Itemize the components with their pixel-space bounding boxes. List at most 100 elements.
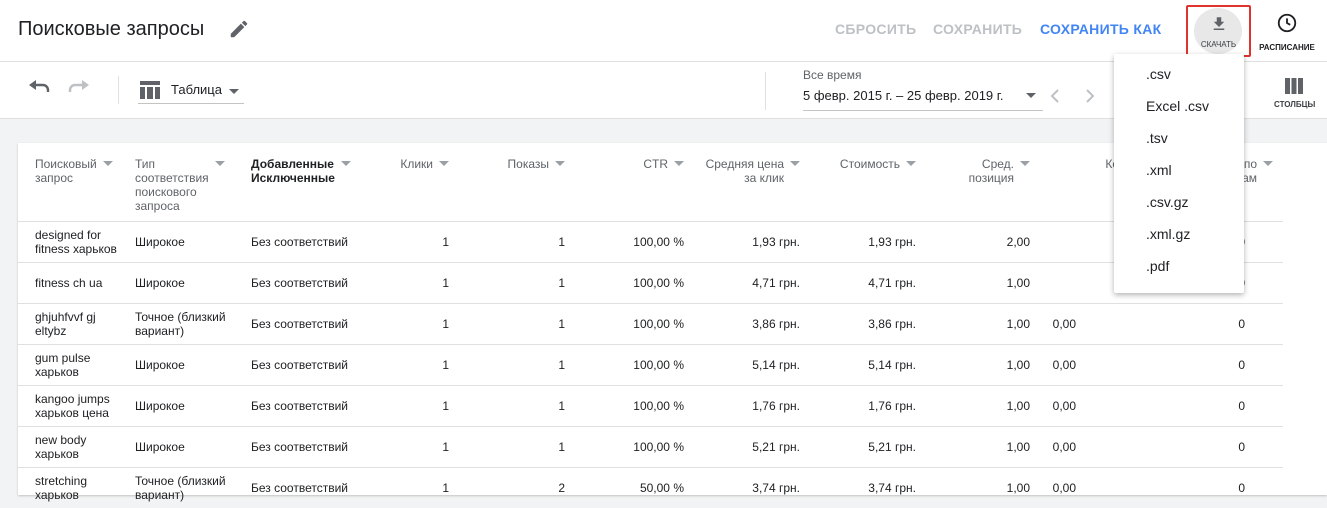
columns-icon[interactable] [1285, 78, 1303, 94]
sort-caret-icon[interactable] [555, 161, 565, 166]
sort-caret-icon[interactable] [214, 161, 225, 166]
column-header-text: соответствия [135, 171, 209, 185]
column-header-text: CTR [643, 157, 668, 171]
chevron-right-icon[interactable] [1084, 89, 1096, 103]
columns-label[interactable]: СТОЛБЦЫ [1274, 100, 1315, 109]
download-format-option[interactable]: .csv.gz [1114, 186, 1244, 218]
col-avg-cpc-cell: 1,93 грн. [694, 220, 810, 262]
col-added-excluded-cell: Без соответствий [242, 425, 368, 467]
undo-icon[interactable] [26, 80, 50, 100]
col-conversions-cell: 0,00 [1042, 466, 1158, 508]
col-added-excluded-header[interactable]: Добавленные Исключенные [242, 143, 368, 221]
sort-caret-icon[interactable] [439, 161, 449, 166]
save-as-button[interactable]: СОХРАНИТЬ КАК [1040, 21, 1161, 37]
download-format-option[interactable]: .pdf [1114, 250, 1244, 282]
sort-caret-icon[interactable] [674, 161, 684, 166]
sort-caret-icon[interactable] [102, 161, 113, 166]
col-ctr-header[interactable]: CTR [575, 143, 694, 221]
cell-text: вариант) [135, 323, 185, 338]
date-range-caption: Все время [803, 68, 862, 82]
download-format-option[interactable]: Excel .csv [1114, 90, 1244, 122]
schedule-label: РАСПИСАНИЕ [1259, 43, 1315, 52]
col-ctr-cell: 100,00 % [575, 220, 694, 262]
results-table: Поисковый запрос Тип соответствия поискового… [18, 143, 1283, 508]
table-row[interactable]: fitness ch ua Широкое Без соответствий 1 1 10… [18, 261, 1283, 303]
cell-text: Широкое [135, 357, 185, 372]
sort-caret-icon[interactable] [340, 161, 351, 166]
col-cost-header[interactable]: Стоимость [810, 143, 926, 221]
date-range-picker[interactable]: 5 февр. 2015 г. – 25 февр. 2019 г. [803, 88, 1004, 103]
col-clicks-header[interactable]: Клики [368, 143, 459, 221]
col-avg-cpc-cell: 4,71 грн. [694, 261, 810, 303]
cell-text: харьков цена [35, 405, 109, 420]
col-clicks-cell: 1 [368, 466, 459, 508]
col-avg-cpc-cell: 1,76 грн. [694, 384, 810, 426]
col-added-excluded-cell: Без соответствий [242, 466, 368, 508]
save-button[interactable]: СОХРАНИТЬ [933, 21, 1022, 37]
col-match-type-cell: Широкое [126, 261, 242, 303]
sort-caret-icon[interactable] [790, 161, 800, 166]
pencil-icon[interactable] [228, 18, 250, 40]
sort-caret-icon[interactable] [906, 161, 916, 166]
column-header-label: Добавленные Исключенные [251, 157, 335, 185]
column-header-label: Показы [508, 157, 549, 171]
col-ctr-cell: 100,00 % [575, 384, 694, 426]
column-header-label: CTR [643, 157, 668, 171]
download-button[interactable]: СКАЧАТЬ [1186, 5, 1251, 57]
col-match-type-cell: Широкое [126, 425, 242, 467]
table-row[interactable]: designed for fitness харьков Широкое Без со… [18, 220, 1283, 262]
table-header-row: Поисковый запрос Тип соответствия поискового… [18, 143, 1283, 221]
sort-caret-icon[interactable] [1020, 161, 1030, 166]
clock-icon [1277, 13, 1297, 33]
page-header: Поисковые запросы СБРОСИТЬ СОХРАНИТЬ СОХ… [0, 0, 1327, 62]
view-select[interactable]: Таблица [138, 78, 244, 104]
col-avg-position-header[interactable]: Сред. позиция [926, 143, 1042, 221]
col-clicks-cell: 1 [368, 302, 459, 344]
cell-text: fitness ch ua [35, 275, 103, 290]
column-header-label: Сред. позиция [969, 157, 1014, 185]
page-title: Поисковые запросы [18, 18, 205, 40]
col-avg-position-cell: 1,00 [926, 261, 1042, 303]
column-header-text: Добавленные [251, 157, 334, 171]
download-format-option[interactable]: .xml.gz [1114, 218, 1244, 250]
table-icon [140, 81, 160, 99]
column-header-label: Клики [400, 157, 433, 171]
col-match-type-cell: Широкое [126, 343, 242, 385]
download-format-option[interactable]: .tsv [1114, 122, 1244, 154]
table-row[interactable]: kangoo jumps харьков цена Широкое Без соотв… [18, 384, 1283, 426]
col-avg-cpc-header[interactable]: Средняя цена за клик [694, 143, 810, 221]
column-header-text: Показы [507, 157, 549, 171]
col-impressions-header[interactable]: Показы [459, 143, 575, 221]
column-header-text: поискового [135, 185, 197, 199]
cell-text: gum pulse [35, 350, 91, 365]
toolbar-divider [765, 72, 766, 110]
reset-button[interactable]: СБРОСИТЬ [835, 21, 916, 37]
download-format-option[interactable]: .xml [1114, 154, 1244, 186]
redo-icon[interactable] [68, 80, 92, 100]
chevron-left-icon[interactable] [1049, 89, 1061, 103]
sort-caret-icon[interactable] [1263, 161, 1273, 166]
col-cost-cell: 3,86 грн. [810, 302, 926, 344]
col-added-excluded-cell: Без соответствий [242, 261, 368, 303]
cell-text: Широкое [135, 439, 185, 454]
col-search-query-header[interactable]: Поисковый запрос [18, 143, 126, 221]
column-header-text: за клик [744, 171, 784, 185]
chevron-down-icon[interactable] [1026, 93, 1036, 98]
column-header-text: запрос [35, 171, 74, 185]
cell-text: fitness харьков [35, 241, 117, 256]
table-row[interactable]: gum pulse харьков Широкое Без соответствий 1… [18, 343, 1283, 385]
col-match-type-header[interactable]: Тип соответствия поискового запроса [126, 143, 242, 221]
schedule-button[interactable]: РАСПИСАНИЕ [1258, 12, 1316, 52]
table-row[interactable]: new body харьков Широкое Без соответствий 1 1… [18, 425, 1283, 467]
col-avg-cpc-cell: 5,21 грн. [694, 425, 810, 467]
col-search-query-cell: designed for fitness харьков [18, 220, 126, 262]
table-row[interactable]: ghjuhfvvf gj eltybz Точное (близкий вариант… [18, 302, 1283, 344]
col-avg-position-cell: 1,00 [926, 302, 1042, 344]
col-avg-position-cell: 1,00 [926, 425, 1042, 467]
table-row[interactable]: stretching харьков Точное (близкий вариант)… [18, 466, 1283, 508]
col-last-cell: 0 [1158, 425, 1283, 467]
cell-text: Широкое [135, 234, 185, 249]
column-header-text: Исключенные [251, 171, 335, 185]
column-header-text: запроса [135, 199, 180, 213]
download-format-option[interactable]: .csv [1114, 58, 1244, 90]
